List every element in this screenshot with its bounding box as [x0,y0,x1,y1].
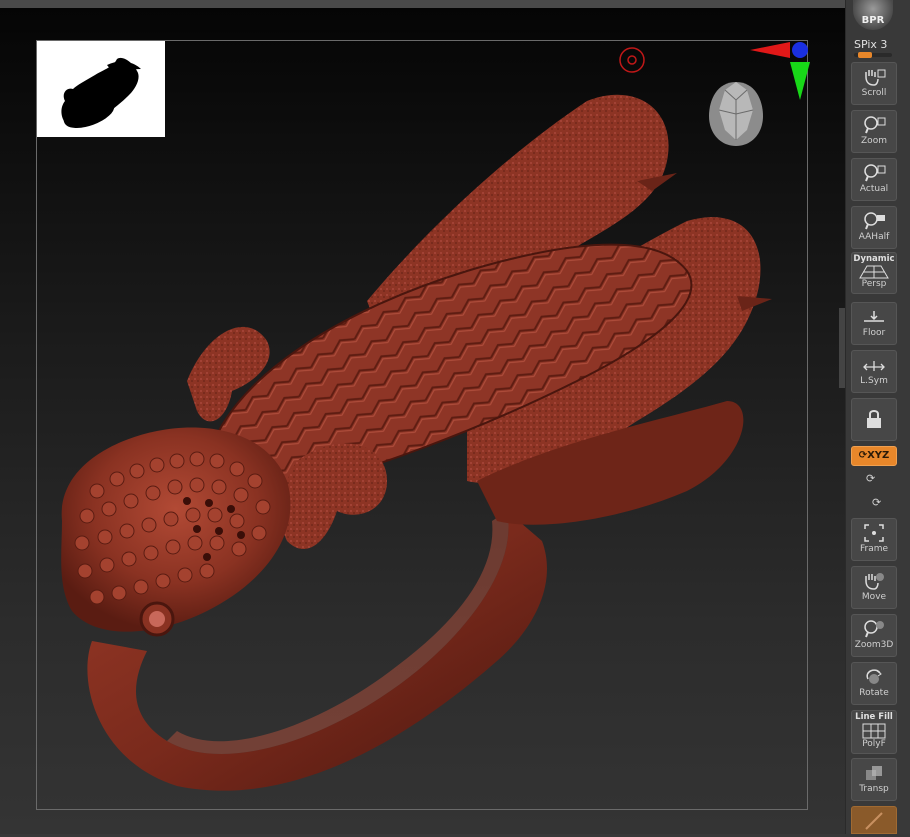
zoom-button[interactable]: Zoom [851,110,897,153]
transp-button[interactable]: Transp [851,758,897,801]
zoom-label: Zoom [861,136,887,146]
dynamic-label: Dynamic [853,254,895,264]
rotation-center-icon [619,47,645,73]
aahalf-label: AAHalf [858,232,890,242]
spix-slider-knob[interactable] [858,52,872,58]
ghost-button[interactable] [851,806,897,834]
sculpt-model-ring[interactable] [37,41,807,809]
lsym-button[interactable]: L.Sym [851,350,897,393]
floor-label: Floor [862,328,886,338]
scroll-label: Scroll [861,88,887,98]
local-symmetry-icon [863,361,885,371]
y-rotate-icon[interactable]: ⟳ [866,472,875,485]
rotate-label: Rotate [859,688,889,698]
bpr-button[interactable]: BPR [853,0,893,30]
floor-icon [864,311,884,322]
actual-button[interactable]: Actual [851,158,897,201]
perspective-grid-icon [859,265,889,279]
axis-gizmo-icon[interactable] [748,38,812,104]
persp-button[interactable]: Dynamic Persp [851,252,897,294]
zoom3d-label: Zoom3D [854,640,894,650]
scroll-button[interactable]: Scroll [851,62,897,105]
polyf-label: PolyF [862,739,886,749]
move-button[interactable]: Move [851,566,897,609]
polyframe-grid-icon [862,723,886,739]
frame-button[interactable]: Frame [851,518,897,561]
zoom3d-button[interactable]: Zoom3D [851,614,897,657]
hand-move-icon [865,573,884,590]
aahalf-button[interactable]: AAHalf [851,206,897,249]
zoom3d-icon [864,620,884,638]
transparency-icon [866,766,882,780]
right-shelf: BPR SPix 3 Scroll Zoom Actual AAHalf Dyn… [845,0,910,834]
magnifier-icon [864,116,886,134]
floor-button[interactable]: Floor [851,302,897,345]
xyz-label: XYZ [867,450,890,461]
magnifier-actual-icon [864,164,886,182]
ghost-brush-icon [865,812,883,830]
lock-icon [867,410,881,428]
transp-label: Transp [859,784,889,794]
move-label: Move [861,592,887,602]
top-bar [0,0,845,8]
lsym-label: L.Sym [860,376,888,386]
polyf-button[interactable]: Line Fill PolyF [851,710,897,754]
frame-icon [864,524,884,542]
magnifier-aahalf-icon [864,212,885,230]
linefill-label: Line Fill [855,712,893,722]
frame-label: Frame [859,544,889,554]
rotate-button[interactable]: Rotate [851,662,897,705]
z-rotate-icon[interactable]: ⟳ [872,496,881,509]
spix-label: SPix 3 [854,38,888,51]
xyz-icon: ⟳ [858,450,868,461]
xyz-rotate-toggle[interactable]: ⟳XYZ [851,446,897,466]
hand-scroll-icon [865,69,886,86]
lock-button[interactable] [851,398,897,441]
rotate-icon [866,669,882,684]
persp-label: Persp [861,279,887,289]
actual-label: Actual [859,184,889,194]
bpr-label: BPR [861,15,885,26]
